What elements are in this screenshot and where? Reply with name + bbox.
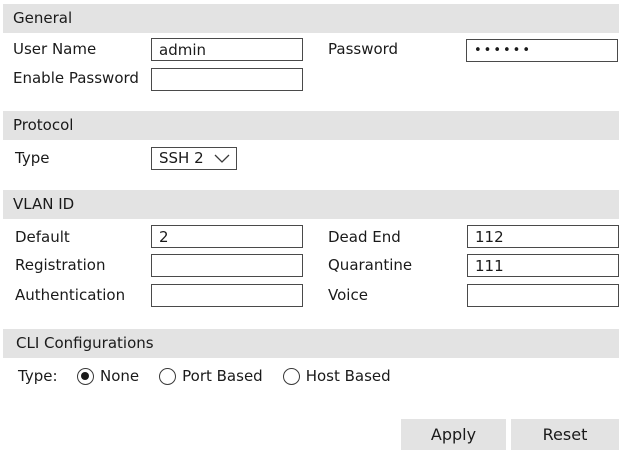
reset-button[interactable]: Reset	[511, 419, 619, 450]
vlan-authentication-label: Authentication	[15, 286, 126, 304]
vlan-quarantine-label: Quarantine	[328, 256, 413, 274]
radio-port-based[interactable]: Port Based	[159, 367, 263, 385]
vlan-registration-input[interactable]	[151, 254, 303, 277]
vlan-dead-end-input[interactable]	[467, 225, 619, 248]
password-label: Password	[328, 40, 399, 58]
section-header-vlan-id: VLAN ID	[3, 190, 619, 219]
vlan-dead-end-label: Dead End	[328, 228, 401, 246]
enable-password-label: Enable Password	[13, 69, 139, 87]
protocol-type-select[interactable]: SSH 2	[151, 147, 237, 170]
radio-host-based-indicator[interactable]	[282, 367, 300, 385]
radio-none[interactable]: None	[77, 367, 139, 385]
vlan-quarantine-input[interactable]	[467, 254, 619, 277]
vlan-registration-label: Registration	[15, 256, 106, 274]
enable-password-input[interactable]	[151, 68, 303, 91]
vlan-default-input[interactable]	[151, 225, 303, 248]
radio-host-based[interactable]: Host Based	[282, 367, 391, 385]
radio-none-label: None	[100, 367, 140, 385]
vlan-authentication-input[interactable]	[151, 284, 303, 307]
user-name-label: User Name	[13, 40, 97, 58]
section-header-protocol: Protocol	[3, 111, 619, 140]
vlan-voice-input[interactable]	[467, 284, 619, 307]
section-header-general: General	[3, 4, 619, 33]
protocol-type-value: SSH 2	[159, 149, 204, 167]
vlan-voice-label: Voice	[328, 286, 368, 304]
protocol-type-label: Type	[15, 149, 50, 167]
chevron-down-icon	[214, 154, 230, 163]
radio-port-based-label: Port Based	[182, 367, 263, 385]
radio-port-based-indicator[interactable]	[159, 367, 177, 385]
vlan-default-label: Default	[15, 228, 70, 246]
password-input[interactable]	[466, 39, 618, 62]
radio-host-based-label: Host Based	[305, 367, 391, 385]
cli-type-label: Type:	[18, 367, 58, 385]
user-name-input[interactable]	[151, 38, 303, 61]
apply-button[interactable]: Apply	[401, 419, 506, 450]
radio-none-indicator[interactable]	[77, 367, 94, 385]
cli-type-radio-group: None Port Based Host Based	[77, 366, 411, 386]
section-header-cli-configurations: CLI Configurations	[3, 329, 619, 358]
